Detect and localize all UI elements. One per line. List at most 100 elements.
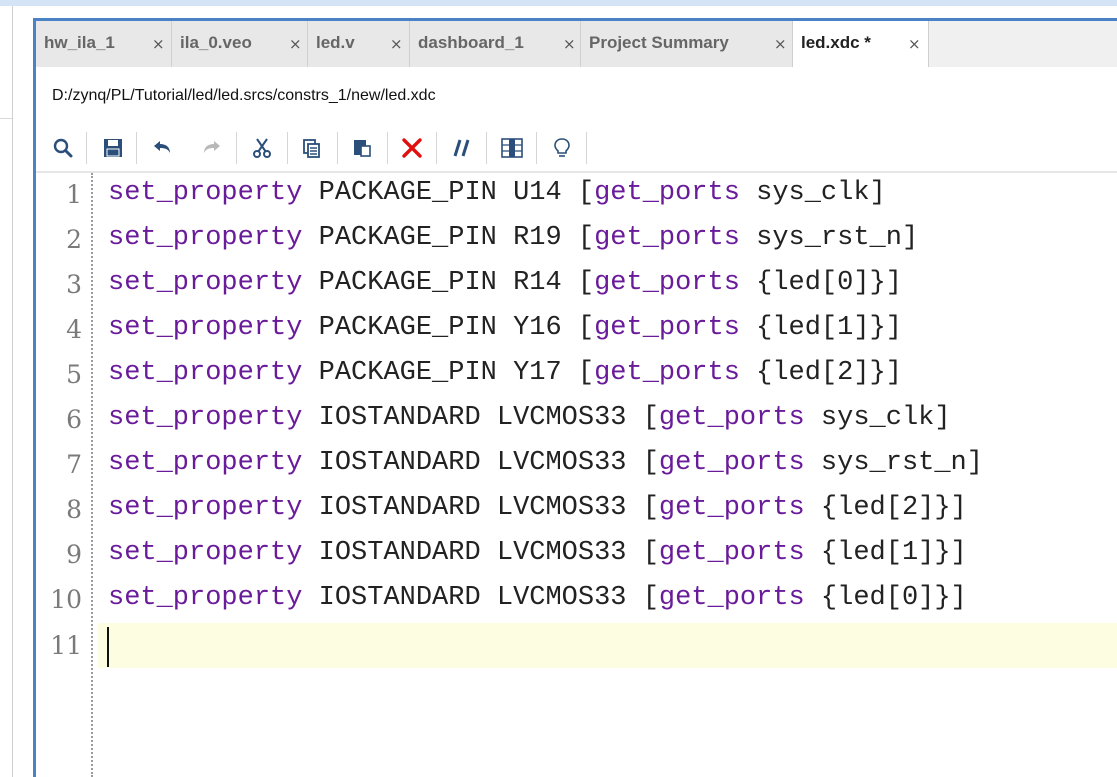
tab-led-xdc[interactable]: led.xdc * × — [793, 21, 929, 68]
close-icon[interactable]: × — [908, 35, 921, 53]
tab-dashboard-1[interactable]: dashboard_1 × — [410, 21, 581, 67]
code-text: PACKAGE_PIN Y16 [ — [302, 313, 595, 343]
code-line[interactable]: set_property PACKAGE_PIN R14 [get_ports … — [108, 268, 902, 298]
left-panel — [0, 6, 13, 777]
comment-toggle-button[interactable] — [447, 133, 477, 163]
line-number: 8 — [66, 495, 82, 524]
code-line[interactable]: set_property PACKAGE_PIN Y16 [get_ports … — [108, 313, 902, 343]
keyword: get_ports — [594, 358, 740, 388]
editor-toolbar — [36, 125, 1117, 173]
cut-button[interactable] — [247, 133, 277, 163]
code-line[interactable]: set_property IOSTANDARD LVCMOS33 [get_po… — [108, 403, 951, 433]
undo-button[interactable] — [147, 133, 177, 163]
copy-button[interactable] — [297, 133, 327, 163]
code-text: IOSTANDARD LVCMOS33 [ — [302, 403, 659, 433]
line-number: 3 — [66, 270, 82, 299]
line-number: 9 — [66, 540, 82, 569]
tab-label: ila_0.veo — [180, 33, 252, 52]
keyword: set_property — [108, 448, 303, 478]
keyword: set_property — [108, 178, 303, 208]
keyword: get_ports — [658, 538, 805, 568]
keyword: get_ports — [658, 448, 805, 478]
keyword: set_property — [108, 223, 303, 253]
code-text: sys_rst_n] — [804, 448, 983, 478]
redo-icon — [204, 141, 220, 153]
copy-icon — [303, 139, 320, 158]
vivado-editor-window: hw_ila_1 × ila_0.veo × led.v × dashboard… — [0, 0, 1117, 777]
code-line[interactable]: set_property IOSTANDARD LVCMOS33 [get_po… — [108, 583, 967, 613]
tab-project-summary[interactable]: Project Summary × — [581, 21, 793, 67]
redo-button[interactable] — [197, 133, 227, 163]
tab-label: led.v — [316, 33, 355, 52]
tab-hw-ila-1[interactable]: hw_ila_1 × — [36, 21, 172, 67]
code-text: sys_clk] — [804, 403, 951, 433]
code-line[interactable]: set_property IOSTANDARD LVCMOS33 [get_po… — [108, 493, 967, 523]
code-text: {led[0]}] — [804, 583, 967, 613]
keyword: get_ports — [658, 493, 805, 523]
keyword: get_ports — [658, 583, 805, 613]
current-line-highlight — [98, 623, 1117, 668]
text-caret — [107, 627, 109, 667]
code-text: {led[1]}] — [804, 538, 967, 568]
delete-icon — [402, 138, 422, 158]
code-text: {led[2]}] — [804, 493, 967, 523]
keyword: get_ports — [594, 268, 740, 298]
tab-label: dashboard_1 — [418, 33, 524, 52]
keyword: get_ports — [594, 313, 740, 343]
quick-fix-button[interactable] — [547, 133, 577, 163]
code-text: IOSTANDARD LVCMOS33 [ — [302, 493, 659, 523]
file-path: D:/zynq/PL/Tutorial/led/led.srcs/constrs… — [52, 87, 436, 104]
keyword: set_property — [108, 268, 303, 298]
tab-ila-0-veo[interactable]: ila_0.veo × — [172, 21, 308, 67]
code-line[interactable]: set_property IOSTANDARD LVCMOS33 [get_po… — [108, 538, 967, 568]
comment-icon — [453, 139, 470, 157]
tab-label: hw_ila_1 — [44, 33, 115, 52]
keyword: get_ports — [658, 403, 805, 433]
line-number: 2 — [66, 225, 82, 254]
top-strip — [0, 0, 1117, 6]
tab-label: Project Summary — [589, 33, 729, 52]
code-text: {led[0]}] — [739, 268, 902, 298]
code-line[interactable]: set_property PACKAGE_PIN U14 [get_ports … — [108, 178, 886, 208]
code-text: PACKAGE_PIN U14 [ — [302, 178, 595, 208]
code-line[interactable]: set_property PACKAGE_PIN R19 [get_ports … — [108, 223, 918, 253]
line-number: 4 — [66, 315, 82, 344]
keyword: get_ports — [594, 223, 740, 253]
line-number: 6 — [66, 405, 82, 434]
code-text: PACKAGE_PIN Y17 [ — [302, 358, 595, 388]
keyword: set_property — [108, 313, 303, 343]
code-text: {led[1]}] — [739, 313, 902, 343]
code-text: PACKAGE_PIN R19 [ — [302, 223, 595, 253]
line-number: 5 — [66, 360, 82, 389]
code-line[interactable]: set_property PACKAGE_PIN Y17 [get_ports … — [108, 358, 902, 388]
column-select-button[interactable] — [497, 133, 527, 163]
paste-button[interactable] — [347, 133, 377, 163]
search-button[interactable] — [48, 133, 78, 163]
close-icon[interactable]: × — [289, 35, 302, 53]
file-path-bar: D:/zynq/PL/Tutorial/led/led.srcs/constrs… — [36, 67, 1117, 125]
code-text: {led[2]}] — [739, 358, 902, 388]
delete-button[interactable] — [397, 133, 427, 163]
code-text: IOSTANDARD LVCMOS33 [ — [302, 538, 659, 568]
search-icon — [53, 138, 73, 158]
line-number: 11 — [50, 631, 82, 660]
save-button[interactable] — [98, 133, 128, 163]
code-text: sys_rst_n] — [739, 223, 919, 253]
keyword: set_property — [108, 583, 303, 613]
tab-bar: hw_ila_1 × ila_0.veo × led.v × dashboard… — [36, 21, 1117, 68]
cut-icon — [253, 138, 271, 158]
tab-led-v[interactable]: led.v × — [308, 21, 410, 67]
close-icon[interactable]: × — [152, 35, 165, 53]
paste-icon — [354, 140, 371, 157]
lightbulb-icon — [554, 138, 570, 157]
code-text: sys_clk] — [739, 178, 886, 208]
line-number: 7 — [66, 450, 82, 479]
line-number: 10 — [50, 585, 82, 614]
close-icon[interactable]: × — [774, 35, 787, 53]
code-line[interactable]: set_property IOSTANDARD LVCMOS33 [get_po… — [108, 448, 983, 478]
keyword: set_property — [108, 358, 303, 388]
undo-icon — [154, 141, 170, 153]
line-number: 1 — [66, 180, 82, 209]
close-icon[interactable]: × — [563, 35, 576, 53]
close-icon[interactable]: × — [390, 35, 403, 53]
